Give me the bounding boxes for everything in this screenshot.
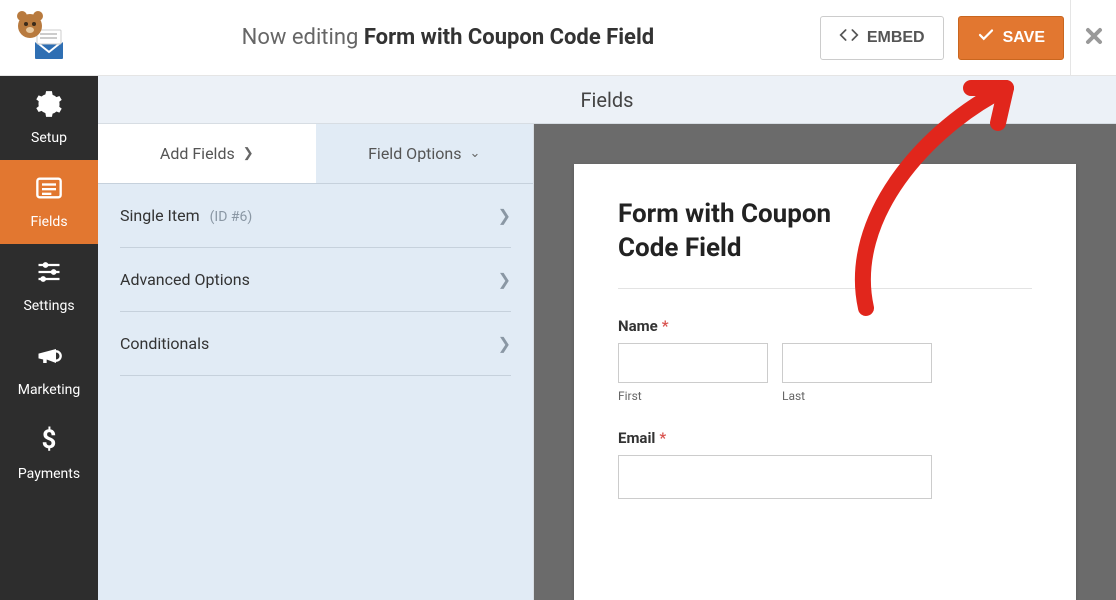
- list-icon: [35, 174, 63, 206]
- sidebar-label: Settings: [23, 298, 74, 314]
- option-single-item[interactable]: Single Item (ID #6) ❯: [120, 184, 511, 248]
- email-input[interactable]: [618, 455, 932, 499]
- editing-name: Form with Coupon Code Field: [364, 25, 654, 50]
- field-panel: Add Fields ❯ Field Options ⌄ Single Item: [98, 124, 534, 600]
- name-label: Name: [618, 317, 658, 335]
- sidebar-item-fields[interactable]: Fields: [0, 160, 98, 244]
- svg-text:$: $: [42, 426, 57, 454]
- form-title: Form with Coupon Code Field: [618, 198, 878, 266]
- save-label: SAVE: [1003, 29, 1045, 47]
- sidebar-label: Payments: [18, 466, 80, 482]
- required-marker: *: [659, 429, 666, 447]
- chevron-right-icon: ❯: [498, 270, 511, 289]
- panel-header: Fields: [98, 76, 1116, 124]
- editing-title: Now editing Form with Coupon Code Field: [76, 25, 820, 50]
- chevron-right-icon: ❯: [498, 206, 511, 225]
- form-card: Form with Coupon Code Field Name * First: [574, 164, 1076, 600]
- check-icon: [977, 26, 995, 49]
- sidebar-label: Marketing: [18, 382, 81, 398]
- tab-add-fields[interactable]: Add Fields ❯: [98, 124, 316, 184]
- tab-label: Field Options: [368, 144, 461, 163]
- sliders-icon: [35, 258, 63, 290]
- dollar-icon: $: [35, 426, 63, 458]
- chevron-down-icon: ⌄: [470, 146, 481, 161]
- sidebar-item-payments[interactable]: $ Payments: [0, 412, 98, 496]
- editing-prefix: Now editing: [242, 25, 359, 50]
- bullhorn-icon: [35, 342, 63, 374]
- sidebar-item-settings[interactable]: Settings: [0, 244, 98, 328]
- sidebar-label: Fields: [30, 214, 67, 230]
- option-label: Conditionals: [120, 334, 209, 353]
- sidebar: Setup Fields Settings Marketing: [0, 76, 98, 600]
- option-advanced[interactable]: Advanced Options ❯: [120, 248, 511, 312]
- last-name-input[interactable]: [782, 343, 932, 383]
- sidebar-label: Setup: [31, 130, 67, 146]
- embed-label: EMBED: [867, 29, 925, 47]
- option-label: Advanced Options: [120, 270, 250, 289]
- close-icon[interactable]: [1082, 24, 1106, 52]
- save-button[interactable]: SAVE: [958, 16, 1064, 60]
- embed-button[interactable]: EMBED: [820, 16, 944, 60]
- gear-icon: [35, 90, 63, 122]
- email-label: Email: [618, 429, 655, 447]
- option-label: Single Item: [120, 206, 200, 225]
- first-name-input[interactable]: [618, 343, 768, 383]
- option-meta: (ID #6): [210, 209, 253, 225]
- form-preview-area: Form with Coupon Code Field Name * First: [534, 124, 1116, 600]
- app-logo: [12, 10, 76, 66]
- tab-field-options[interactable]: Field Options ⌄: [316, 124, 534, 184]
- tab-label: Add Fields: [160, 144, 235, 163]
- required-marker: *: [662, 317, 669, 335]
- sidebar-item-marketing[interactable]: Marketing: [0, 328, 98, 412]
- chevron-right-icon: ❯: [498, 334, 511, 353]
- code-icon: [839, 25, 859, 50]
- top-bar: Now editing Form with Coupon Code Field …: [0, 0, 1116, 76]
- first-sublabel: First: [618, 389, 768, 403]
- sidebar-item-setup[interactable]: Setup: [0, 76, 98, 160]
- last-sublabel: Last: [782, 389, 932, 403]
- email-field-group: Email *: [618, 429, 1032, 499]
- chevron-right-icon: ❯: [243, 146, 254, 161]
- option-conditionals[interactable]: Conditionals ❯: [120, 312, 511, 376]
- divider: [618, 288, 1032, 289]
- name-field-group: Name * First Last: [618, 317, 1032, 403]
